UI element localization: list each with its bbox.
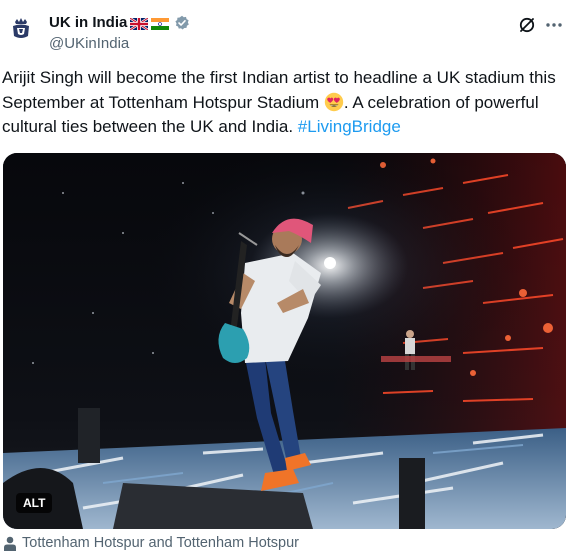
india-flag-icon — [151, 17, 170, 30]
heart-eyes-emoji — [324, 92, 344, 112]
concert-photo — [3, 153, 566, 529]
verified-badge-icon — [174, 15, 190, 31]
hashtag-link[interactable]: #LivingBridge — [298, 117, 401, 136]
royal-crest-icon — [7, 15, 35, 43]
grok-button[interactable] — [516, 14, 538, 36]
uk-flag-icon — [129, 16, 150, 31]
alt-text-badge[interactable]: ALT — [16, 493, 53, 513]
tagged-users-row[interactable]: Tottenham Hotspur and Tottenham Hotspur — [4, 535, 299, 551]
tweet-text: Arijit Singh will become the first India… — [2, 66, 562, 140]
account-name[interactable]: UK in India — [49, 14, 127, 31]
more-options-button[interactable] — [544, 14, 564, 36]
person-icon — [4, 536, 16, 551]
account-handle[interactable]: @UKinIndia — [49, 35, 129, 52]
avatar[interactable] — [4, 12, 38, 46]
more-horizontal-icon — [546, 23, 562, 27]
tagged-users-text[interactable]: Tottenham Hotspur and Tottenham Hotspur — [22, 535, 299, 551]
tweet-media[interactable]: ALT — [3, 153, 566, 529]
account-name-row[interactable]: UK in India — [49, 14, 190, 31]
grok-icon — [519, 17, 535, 33]
